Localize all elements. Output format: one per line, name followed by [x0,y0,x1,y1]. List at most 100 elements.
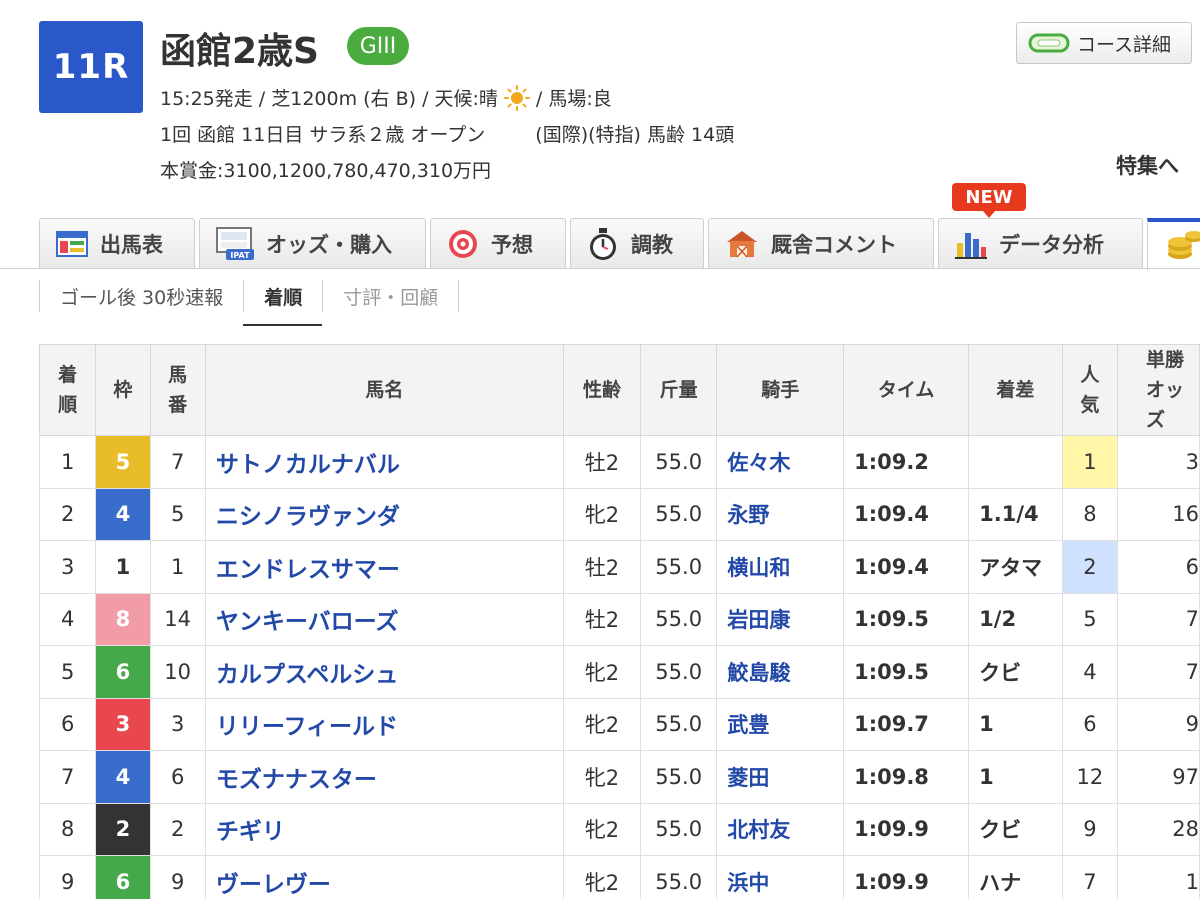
rank-cell: 6 [38,697,97,751]
waku-cell: 4 [95,750,151,804]
horse-name-link[interactable]: サトノカルナバル [216,452,400,478]
odds-cell: 7 [1117,645,1200,699]
jockey-link[interactable]: 浜中 [727,871,769,895]
time-cell: 1:09.9 [843,855,970,899]
sex-age-cell: 牝2 [562,645,642,699]
jockey-cell: 北村友 [716,802,845,856]
sex-age-cell: 牡2 [562,435,642,489]
horse-name-cell: ヴーレヴー [204,855,565,899]
table-header-row: 着順 枠 馬番 馬名 性齢 斤量 騎手 タイム 着差 人気 単勝オッズ [38,344,1200,436]
horse-name-cell: カルプスペルシュ [204,645,565,699]
weight-cell: 55.0 [640,697,718,751]
margin-cell: 1 [968,750,1063,804]
header-rank: 着順 [38,344,97,436]
horse-name-link[interactable]: チギリ [216,819,285,845]
tab-entry-table[interactable]: 出馬表 [39,218,195,268]
weight-cell: 55.0 [640,855,718,899]
jockey-link[interactable]: 北村友 [727,818,790,842]
jockey-link[interactable]: 永野 [727,503,769,527]
subtab-comment[interactable]: 寸評・回顧 [322,280,458,312]
jockey-link[interactable]: 武豊 [727,713,769,737]
tab-label: 予想 [491,232,533,257]
tabs-divider [0,268,1200,269]
rank-cell: 8 [38,802,97,856]
prize-money: 本賞金:3100,1200,780,470,310万円 [160,160,492,182]
table-row: 4 8 14 ヤンキーバローズ 牡2 55.0 岩田康 1:09.5 1/2 5 7 [38,592,1200,646]
tab-training[interactable]: 調教 [570,218,704,268]
tab-label: 出馬表 [100,232,163,257]
horse-name-link[interactable]: モズナナスター [216,767,377,793]
subtab-flash-report[interactable]: ゴール後 30秒速報 [39,280,243,312]
horse-number-cell: 7 [149,435,206,489]
feature-link[interactable]: 特集へ [1116,150,1179,180]
header-weight: 斤量 [640,344,718,436]
time-cell: 1:09.9 [843,802,970,856]
margin-cell: 1.1/4 [968,487,1063,541]
jockey-cell: 横山和 [716,540,845,594]
sex-age-cell: 牝2 [562,855,642,899]
horse-name-link[interactable]: エンドレスサマー [216,557,400,583]
bar-chart-icon [955,232,987,259]
tab-data-analysis[interactable]: データ分析 [938,218,1143,268]
horse-name-link[interactable]: リリーフィールド [216,714,398,740]
stable-icon [727,230,757,258]
time-cell: 1:09.7 [843,697,970,751]
header-odds: 単勝オッズ [1117,344,1200,436]
table-row: 3 1 1 エンドレスサマー 牡2 55.0 横山和 1:09.4 アタマ 2 6 [38,540,1200,594]
header-margin: 着差 [968,344,1063,436]
course-detail-button[interactable]: コース詳細 [1016,22,1192,64]
jockey-link[interactable]: 鮫島駿 [727,661,790,685]
waku-cell: 5 [95,435,151,489]
horse-name-link[interactable]: カルプスペルシュ [216,662,398,688]
jockey-link[interactable]: 菱田 [727,766,769,790]
subtab-order[interactable]: 着順 [243,280,323,326]
header-name: 馬名 [204,344,565,436]
jockey-link[interactable]: 横山和 [727,556,790,580]
popularity-cell: 4 [1061,645,1119,699]
race-conditions: 15:25発走 / 芝1200m (右 B) / 天候:晴 / 馬場:良 [160,84,612,111]
tab-odds-purchase[interactable]: IPAT オッズ・購入 [199,218,426,268]
horse-name-link[interactable]: ニシノラヴァンダ [216,504,400,530]
sunny-icon [503,85,530,111]
tab-label: 厩舎コメント [771,232,897,257]
jockey-cell: 鮫島駿 [716,645,845,699]
margin-cell: アタマ [968,540,1063,594]
result-subtabs: ゴール後 30秒速報 着順 寸評・回顧 [39,280,460,326]
margin-cell: ハナ [968,855,1063,899]
jockey-cell: 佐々木 [716,435,845,489]
race-entry-condition: (国際)(特指) 馬齢 14頭 [535,124,735,146]
jockey-link[interactable]: 岩田康 [727,608,790,632]
course-detail-label: コース詳細 [1077,33,1172,56]
header-popularity: 人気 [1061,344,1119,436]
sex-age-cell: 牡2 [562,592,642,646]
ipat-icon: IPAT [216,226,254,260]
time-cell: 1:09.2 [843,435,970,489]
margin-cell: 1 [968,697,1063,751]
horse-number-cell: 1 [149,540,206,594]
waku-cell: 6 [95,855,151,899]
horse-name-link[interactable]: ヴーレヴー [216,872,331,898]
tab-stable-comment[interactable]: 厩舎コメント [708,218,934,268]
popularity-cell: 7 [1061,855,1119,899]
jockey-cell: 岩田康 [716,592,845,646]
tab-prediction[interactable]: 予想 [430,218,566,268]
subtab-end-divider [458,280,460,312]
margin-cell: 1/2 [968,592,1063,646]
tab-results[interactable] [1147,218,1200,270]
margin-cell: クビ [968,645,1063,699]
jockey-link[interactable]: 佐々木 [727,451,790,475]
horse-name-link[interactable]: ヤンキーバローズ [216,609,399,635]
jockey-cell: 浜中 [716,855,845,899]
rank-cell: 4 [38,592,97,646]
time-cell: 1:09.4 [843,540,970,594]
header-waku: 枠 [95,344,151,436]
header-jockey: 騎手 [716,344,845,436]
header-time: タイム [843,344,970,436]
odds-cell: 6 [1117,540,1200,594]
sex-age-cell: 牝2 [562,802,642,856]
new-badge: NEW [952,183,1026,218]
table-row: 9 6 9 ヴーレヴー 牝2 55.0 浜中 1:09.9 ハナ 7 1 [38,855,1200,899]
waku-cell: 2 [95,802,151,856]
weight-cell: 55.0 [640,802,718,856]
rank-cell: 7 [38,750,97,804]
